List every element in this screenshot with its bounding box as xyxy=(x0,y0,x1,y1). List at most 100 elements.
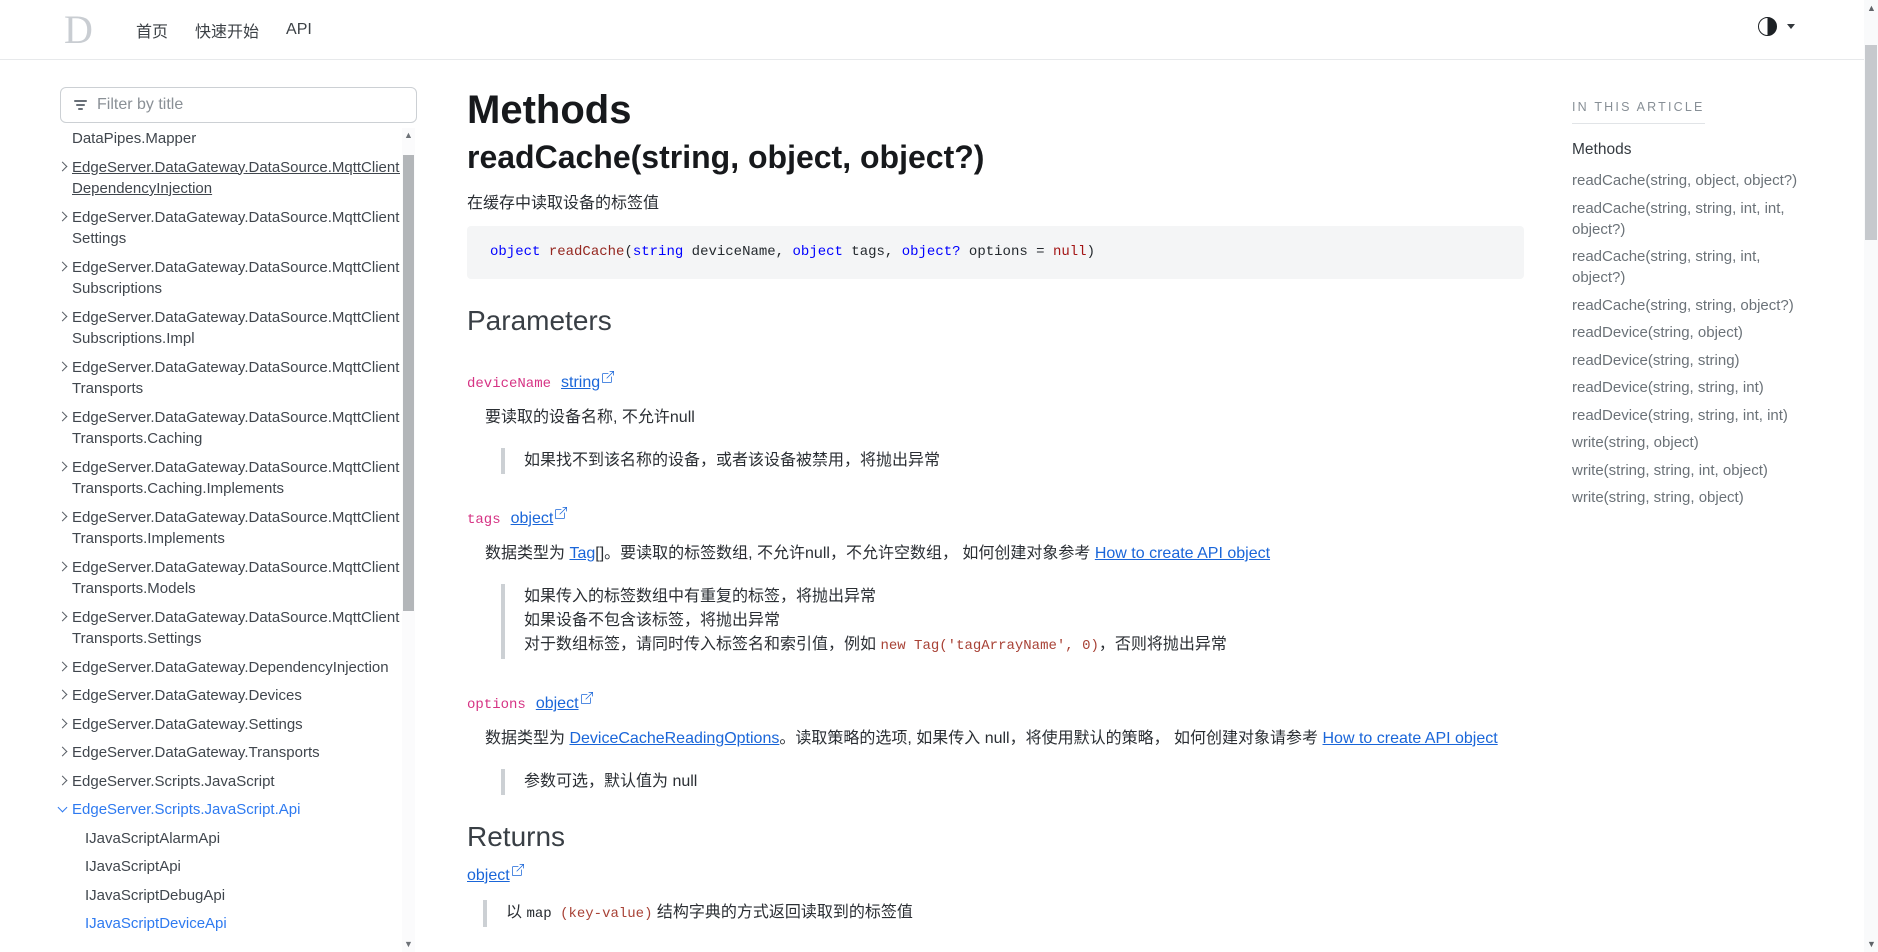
sidebar-item-label[interactable]: EdgeServer.Scripts.JavaScript.Api xyxy=(72,799,400,821)
sidebar-item[interactable]: EdgeServer.DataGateway.DependencyInjecti… xyxy=(48,657,400,679)
nav-link-quickstart[interactable]: 快速开始 xyxy=(195,18,259,42)
sidebar-item-label[interactable]: EdgeServer.DataGateway.DataSource.MqttCl… xyxy=(72,607,400,650)
chevron-right-icon[interactable] xyxy=(58,775,68,785)
aside-link[interactable]: write(string, string, object) xyxy=(1572,487,1864,508)
chevron-right-icon[interactable] xyxy=(58,690,68,700)
filter-input[interactable] xyxy=(97,96,406,114)
page-scrollbar[interactable]: ▲ ▼ xyxy=(1864,0,1878,952)
theme-toggle-button[interactable] xyxy=(1758,17,1795,36)
sidebar-item[interactable]: EdgeServer.Scripts.JavaScript xyxy=(48,771,400,793)
how-to-create-api-object-link[interactable]: How to create API object xyxy=(1095,545,1270,562)
chevron-right-icon[interactable] xyxy=(58,661,68,671)
chevron-right-icon[interactable] xyxy=(58,611,68,621)
chevron-right-icon[interactable] xyxy=(58,511,68,521)
sidebar-item-label[interactable]: EdgeServer.Scripts.JavaScript xyxy=(72,771,400,793)
aside-link[interactable]: readCache(string, object, object?) xyxy=(1572,170,1864,191)
sidebar-item[interactable]: DataPipes.Mapper xyxy=(48,128,400,150)
parameter-type-link[interactable]: object xyxy=(511,510,568,528)
scroll-down-icon[interactable]: ▼ xyxy=(404,940,413,949)
aside-link[interactable]: write(string, string, int, object) xyxy=(1572,460,1864,481)
method-title: readCache(string, object, object?) xyxy=(467,138,1524,176)
sidebar-item[interactable]: IJavaScriptDebugApi xyxy=(48,885,400,907)
filter-icon xyxy=(73,99,87,111)
return-type-link[interactable]: object xyxy=(467,867,524,884)
sidebar-scrollbar[interactable]: ▲ ▼ xyxy=(402,128,415,952)
nav-link-home[interactable]: 首页 xyxy=(136,18,168,42)
sidebar-item-label[interactable]: EdgeServer.DataGateway.DataSource.MqttCl… xyxy=(72,257,400,300)
site-logo[interactable]: D xyxy=(64,8,93,52)
sidebar-item-label[interactable]: EdgeServer.DataGateway.DataSource.MqttCl… xyxy=(72,457,400,500)
sidebar-item-label[interactable]: EdgeServer.DataGateway.DataSource.MqttCl… xyxy=(72,207,400,250)
sidebar-item[interactable]: EdgeServer.DataGateway.DataSource.MqttCl… xyxy=(48,607,400,650)
sidebar-item[interactable]: EdgeServer.DataGateway.DataSource.MqttCl… xyxy=(48,207,400,250)
sidebar-item[interactable]: IJavaScriptDeviceApi xyxy=(48,913,400,935)
chevron-right-icon[interactable] xyxy=(58,561,68,571)
sidebar-item-label[interactable]: EdgeServer.DataGateway.DependencyInjecti… xyxy=(72,657,400,679)
sidebar-item-label[interactable]: EdgeServer.DataGateway.Settings xyxy=(72,714,400,736)
parameter-signature: tags object xyxy=(467,510,1524,528)
page-title: Methods xyxy=(467,86,1524,134)
sidebar-item-label[interactable]: DataPipes.Mapper xyxy=(72,128,400,150)
sidebar-item[interactable]: EdgeServer.DataGateway.DataSource.MqttCl… xyxy=(48,307,400,350)
chevron-down-icon[interactable] xyxy=(58,803,68,813)
aside-link[interactable]: readCache(string, string, int, int, obje… xyxy=(1572,198,1864,240)
sidebar-item[interactable]: EdgeServer.Scripts.JavaScript.Api xyxy=(48,799,400,821)
chevron-right-icon[interactable] xyxy=(58,361,68,371)
sidebar-item[interactable]: EdgeServer.DataGateway.DataSource.MqttCl… xyxy=(48,507,400,550)
external-link-icon xyxy=(602,371,614,383)
aside-link[interactable]: write(string, object) xyxy=(1572,432,1864,453)
method-signature: object readCache(string deviceName, obje… xyxy=(490,244,1095,260)
sidebar-item-label[interactable]: IJavaScriptAlarmApi xyxy=(85,828,400,850)
aside-section-methods[interactable]: Methods xyxy=(1572,141,1864,159)
parameter-type-link[interactable]: object xyxy=(536,695,593,713)
aside-link[interactable]: readCache(string, string, int, object?) xyxy=(1572,246,1864,288)
aside-link[interactable]: readDevice(string, string) xyxy=(1572,350,1864,371)
sidebar-item[interactable]: EdgeServer.DataGateway.Settings xyxy=(48,714,400,736)
sidebar-item-label[interactable]: EdgeServer.DataGateway.DataSource.MqttCl… xyxy=(72,357,400,400)
aside-link[interactable]: readCache(string, string, object?) xyxy=(1572,295,1864,316)
sidebar-item-label[interactable]: EdgeServer.DataGateway.DataSource.MqttCl… xyxy=(72,507,400,550)
chevron-right-icon[interactable] xyxy=(58,261,68,271)
aside-link[interactable]: readDevice(string, string, int, int) xyxy=(1572,405,1864,426)
sidebar-item-label[interactable]: EdgeServer.DataGateway.Devices xyxy=(72,685,400,707)
sidebar-item[interactable]: EdgeServer.DataGateway.Devices xyxy=(48,685,400,707)
chevron-right-icon[interactable] xyxy=(58,161,68,171)
sidebar-item[interactable]: EdgeServer.DataGateway.DataSource.MqttCl… xyxy=(48,457,400,500)
sidebar-item-label[interactable]: EdgeServer.DataGateway.DataSource.MqttCl… xyxy=(72,557,400,600)
sidebar-item[interactable]: IJavaScriptApi xyxy=(48,856,400,878)
sidebar-item[interactable]: EdgeServer.DataGateway.DataSource.MqttCl… xyxy=(48,257,400,300)
chevron-right-icon[interactable] xyxy=(58,211,68,221)
how-to-create-api-object-link[interactable]: How to create API object xyxy=(1323,730,1498,747)
sidebar-item[interactable]: EdgeServer.DataGateway.DataSource.MqttCl… xyxy=(48,557,400,600)
sidebar-item-label[interactable]: IJavaScriptDebugApi xyxy=(85,885,400,907)
sidebar-item[interactable]: EdgeServer.DataGateway.DataSource.MqttCl… xyxy=(48,157,400,200)
parameter-type-link[interactable]: string xyxy=(561,374,614,392)
tag-type-link[interactable]: Tag xyxy=(569,545,595,562)
sidebar-item-label[interactable]: EdgeServer.DataGateway.Transports xyxy=(72,742,400,764)
aside-link[interactable]: readDevice(string, string, int) xyxy=(1572,377,1864,398)
chevron-right-icon[interactable] xyxy=(58,461,68,471)
code-block: object readCache(string deviceName, obje… xyxy=(467,226,1524,279)
sidebar-item-label[interactable]: EdgeServer.DataGateway.DataSource.MqttCl… xyxy=(72,307,400,350)
devicecachereadingoptions-link[interactable]: DeviceCacheReadingOptions xyxy=(569,730,779,747)
sidebar-item-label[interactable]: EdgeServer.DataGateway.DataSource.MqttCl… xyxy=(72,157,400,200)
scroll-up-icon[interactable]: ▲ xyxy=(1867,4,1875,12)
page-scrollbar-thumb[interactable] xyxy=(1865,45,1877,240)
sidebar-item[interactable]: EdgeServer.DataGateway.Transports xyxy=(48,742,400,764)
chevron-right-icon[interactable] xyxy=(58,411,68,421)
sidebar-scrollbar-thumb[interactable] xyxy=(403,155,414,611)
scroll-up-icon[interactable]: ▲ xyxy=(404,131,413,140)
parameter-name: deviceName xyxy=(467,376,551,392)
sidebar-item[interactable]: EdgeServer.DataGateway.DataSource.MqttCl… xyxy=(48,407,400,450)
sidebar-item-label[interactable]: IJavaScriptApi xyxy=(85,856,400,878)
sidebar-item[interactable]: IJavaScriptAlarmApi xyxy=(48,828,400,850)
sidebar-item-label[interactable]: IJavaScriptDeviceApi xyxy=(85,913,400,935)
nav-link-api[interactable]: API xyxy=(286,21,312,39)
aside-link[interactable]: readDevice(string, object) xyxy=(1572,322,1864,343)
scroll-down-icon[interactable]: ▼ xyxy=(1867,940,1875,948)
chevron-right-icon[interactable] xyxy=(58,747,68,757)
sidebar-item-label[interactable]: EdgeServer.DataGateway.DataSource.MqttCl… xyxy=(72,407,400,450)
sidebar-item[interactable]: EdgeServer.DataGateway.DataSource.MqttCl… xyxy=(48,357,400,400)
chevron-right-icon[interactable] xyxy=(58,311,68,321)
chevron-right-icon[interactable] xyxy=(58,718,68,728)
